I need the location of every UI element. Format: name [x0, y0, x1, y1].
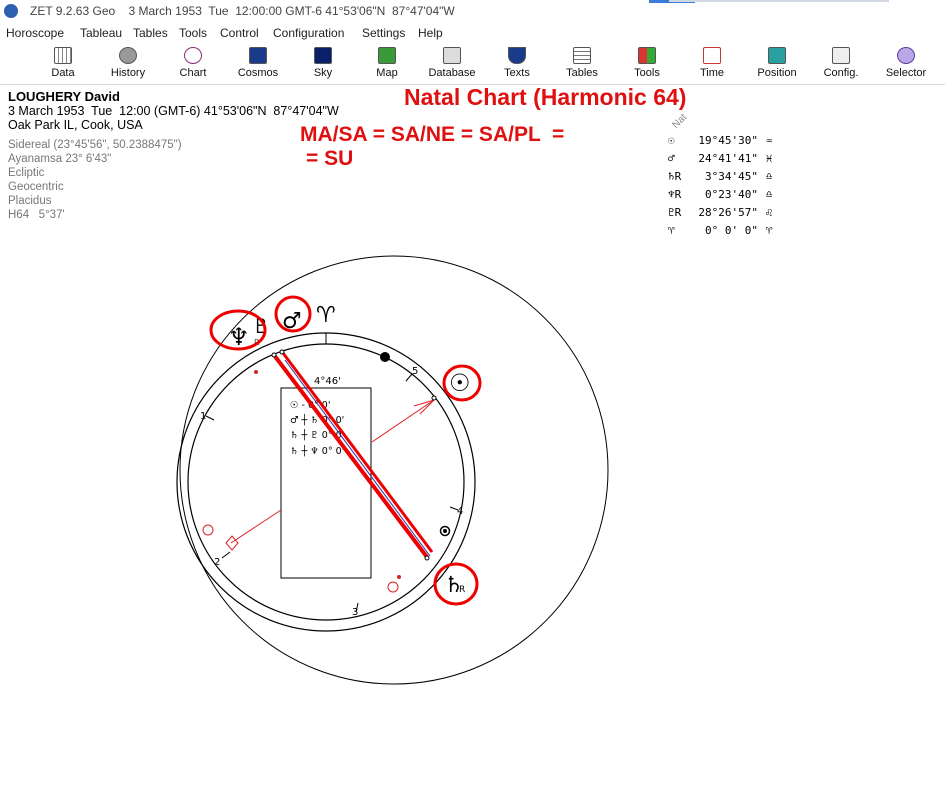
ring-tick [405, 373, 413, 382]
house-number-1: 1 [200, 411, 206, 422]
aspect-box-header: 4°46' [314, 376, 341, 387]
planet-ring-marker [431, 395, 437, 401]
house-number-2: 2 [214, 557, 220, 568]
saturn-retrograde-marker: R [459, 585, 465, 595]
planet-ring-marker [279, 349, 285, 355]
ascendant-axis-line [230, 509, 282, 544]
house-number-5: 5 [412, 366, 418, 377]
midpoint-circle-icon [387, 581, 399, 593]
planet-ring-marker [271, 352, 277, 358]
red-dot-marker [397, 575, 401, 579]
ring-tick [205, 415, 215, 421]
aspect-row-4: ♄ ┼ ♆ 0° 0' [290, 445, 344, 457]
red-dot-marker [254, 370, 258, 374]
sun-ring-marker-dot [443, 529, 447, 533]
planet-ring-marker [424, 555, 430, 561]
midpoint-circle-icon [202, 524, 214, 536]
chart-wheel[interactable]: 1 2 3 4 5 4°46' ☉ - 0° 0' ♂ ┼ ♄ 0° 0' ♄ … [0, 0, 945, 800]
ring-tick [221, 551, 231, 559]
aries-point-icon[interactable]: ♈ [316, 303, 336, 328]
sun-axis-line [371, 399, 435, 443]
house-number-4: 4 [457, 506, 463, 517]
house-number-3: 3 [352, 607, 358, 618]
pluto-icon[interactable]: ♇ [252, 314, 270, 338]
sun-icon[interactable]: ☉ [449, 369, 471, 397]
outer-circle [179, 255, 609, 685]
ascendant-diamond-icon [225, 535, 239, 551]
planet-dot[interactable] [380, 352, 390, 362]
